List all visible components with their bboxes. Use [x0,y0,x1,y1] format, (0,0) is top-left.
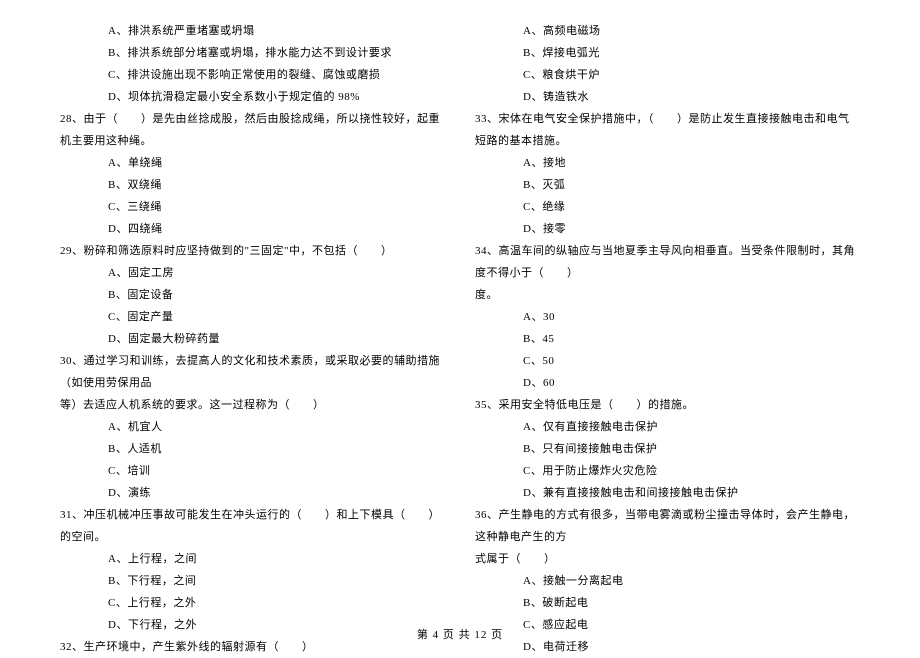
q30-option-b: B、人适机 [60,438,445,460]
q32-option-c: C、粮食烘干炉 [475,64,860,86]
q28-option-d: D、四绕绳 [60,218,445,240]
q31-text: 31、冲压机械冲压事故可能发生在冲头运行的（ ）和上下模具（ ）的空间。 [60,504,445,548]
q31-option-c: C、上行程，之外 [60,592,445,614]
q29-text: 29、粉碎和筛选原料时应坚持做到的"三固定"中，不包括（ ） [60,240,445,262]
q32-option-d: D、铸造铁水 [475,86,860,108]
q33-option-a: A、接地 [475,152,860,174]
q35-option-c: C、用于防止爆炸火灾危险 [475,460,860,482]
q36-option-b: B、破断起电 [475,592,860,614]
q31-option-a: A、上行程，之间 [60,548,445,570]
q35-option-b: B、只有间接接触电击保护 [475,438,860,460]
q29-option-c: C、固定产量 [60,306,445,328]
q36-text: 36、产生静电的方式有很多，当带电雾滴或粉尘撞击导体时，会产生静电，这种静电产生… [475,504,860,548]
q34-option-a: A、30 [475,306,860,328]
q36-option-a: A、接触一分离起电 [475,570,860,592]
q29-option-b: B、固定设备 [60,284,445,306]
q27-option-b: B、排洪系统部分堵塞或坍塌，排水能力达不到设计要求 [60,42,445,64]
q29-option-a: A、固定工房 [60,262,445,284]
q28-option-c: C、三绕绳 [60,196,445,218]
q30-text: 30、通过学习和训练，去提高人的文化和技术素质，或采取必要的辅助措施（如使用劳保… [60,350,445,394]
q32-option-a: A、高频电磁场 [475,20,860,42]
q34-option-c: C、50 [475,350,860,372]
left-column: A、排洪系统严重堵塞或坍塌 B、排洪系统部分堵塞或坍塌，排水能力达不到设计要求 … [60,20,465,610]
q34-text-cont: 度。 [475,284,860,306]
q30-text-cont: 等）去适应人机系统的要求。这一过程称为（ ） [60,394,445,416]
q28-option-b: B、双绕绳 [60,174,445,196]
q35-option-d: D、兼有直接接触电击和间接接触电击保护 [475,482,860,504]
q27-option-d: D、坝体抗滑稳定最小安全系数小于规定值的 98% [60,86,445,108]
q29-option-d: D、固定最大粉碎药量 [60,328,445,350]
q35-text: 35、采用安全特低电压是（ ）的措施。 [475,394,860,416]
q33-option-b: B、灭弧 [475,174,860,196]
q31-option-b: B、下行程，之间 [60,570,445,592]
q33-option-c: C、绝缘 [475,196,860,218]
q28-text: 28、由于（ ）是先由丝捻成股，然后由股捻成绳，所以挠性较好，起重机主要用这种绳… [60,108,445,152]
q33-text: 33、宋体在电气安全保护措施中，（ ）是防止发生直接接触电击和电气短路的基本措施… [475,108,860,152]
q33-option-d: D、接零 [475,218,860,240]
q30-option-a: A、机宜人 [60,416,445,438]
q34-text: 34、高温车间的纵轴应与当地夏季主导风向相垂直。当受条件限制时，其角度不得小于（… [475,240,860,284]
q27-option-c: C、排洪设施出现不影响正常使用的裂缝、腐蚀或磨损 [60,64,445,86]
q27-option-a: A、排洪系统严重堵塞或坍塌 [60,20,445,42]
q28-option-a: A、单绕绳 [60,152,445,174]
page-footer: 第 4 页 共 12 页 [0,626,920,642]
right-column: A、高频电磁场 B、焊接电弧光 C、粮食烘干炉 D、铸造铁水 33、宋体在电气安… [465,20,880,610]
q34-option-b: B、45 [475,328,860,350]
q35-option-a: A、仅有直接接触电击保护 [475,416,860,438]
q30-option-d: D、演练 [60,482,445,504]
page-content: A、排洪系统严重堵塞或坍塌 B、排洪系统部分堵塞或坍塌，排水能力达不到设计要求 … [0,0,920,620]
q34-option-d: D、60 [475,372,860,394]
q30-option-c: C、培训 [60,460,445,482]
q32-option-b: B、焊接电弧光 [475,42,860,64]
q36-text-cont: 式属于（ ） [475,548,860,570]
